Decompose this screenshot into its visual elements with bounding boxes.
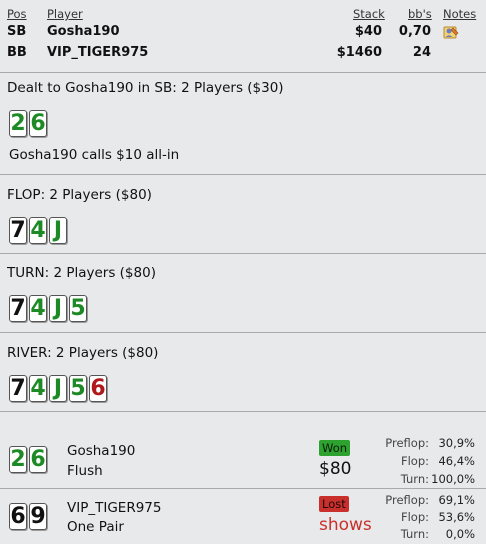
showdown-hand: One Pair bbox=[67, 519, 124, 535]
player-stack: $40 bbox=[354, 24, 382, 39]
flop-cards: 74J bbox=[9, 217, 67, 244]
playing-card: 6 bbox=[89, 375, 107, 402]
playing-card: 5 bbox=[69, 295, 87, 322]
showdown-hand: Flush bbox=[67, 463, 103, 479]
column-header-bbs[interactable]: bb's bbox=[408, 7, 432, 21]
divider bbox=[0, 411, 486, 412]
playing-card: 7 bbox=[9, 217, 27, 244]
notes-icon[interactable] bbox=[443, 25, 459, 39]
playing-card: 7 bbox=[9, 375, 27, 402]
column-header-stack[interactable]: Stack bbox=[353, 7, 385, 21]
stat-label: Turn: bbox=[400, 527, 429, 541]
turn-cards: 74J5 bbox=[9, 295, 87, 322]
flop-title: FLOP: 2 Players ($80) bbox=[7, 187, 152, 203]
playing-card: 4 bbox=[29, 295, 47, 322]
preflop-cards: 26 bbox=[9, 110, 47, 137]
playing-card: J bbox=[49, 295, 67, 322]
won-amount: $80 bbox=[319, 459, 352, 479]
stat-value: 69,1% bbox=[438, 493, 475, 507]
lost-result-text: shows bbox=[319, 515, 372, 535]
player-name: VIP_TIGER975 bbox=[47, 45, 149, 60]
divider bbox=[0, 72, 486, 73]
playing-card: 4 bbox=[29, 375, 47, 402]
stat-label: Turn: bbox=[400, 472, 429, 486]
column-header-pos[interactable]: Pos bbox=[7, 7, 27, 21]
playing-card: 6 bbox=[29, 110, 47, 137]
player-position: SB bbox=[7, 24, 27, 39]
stat-value: 0,0% bbox=[445, 527, 475, 541]
showdown-player-name: Gosha190 bbox=[67, 443, 136, 459]
stat-value: 46,4% bbox=[438, 454, 475, 468]
player-position: BB bbox=[7, 45, 27, 60]
showdown-player-name: VIP_TIGER975 bbox=[67, 500, 162, 516]
player-bbs: 0,70 bbox=[398, 24, 431, 39]
player-name: Gosha190 bbox=[47, 24, 120, 39]
river-title: RIVER: 2 Players ($80) bbox=[7, 345, 159, 361]
divider bbox=[0, 332, 486, 333]
stat-label: Flop: bbox=[400, 510, 429, 524]
showdown-cards: 69 bbox=[9, 503, 47, 530]
divider bbox=[0, 174, 486, 175]
playing-card: 2 bbox=[9, 446, 27, 473]
player-bbs: 24 bbox=[412, 45, 431, 60]
stat-label: Preflop: bbox=[385, 493, 429, 507]
playing-card: 7 bbox=[9, 295, 27, 322]
playing-card: 5 bbox=[69, 375, 87, 402]
preflop-title: Dealt to Gosha190 in SB: 2 Players ($30) bbox=[7, 80, 284, 96]
showdown-cards: 26 bbox=[9, 446, 47, 473]
playing-card: J bbox=[49, 217, 67, 244]
lost-badge: Lost bbox=[319, 496, 349, 512]
playing-card: J bbox=[49, 375, 67, 402]
player-stack: $1460 bbox=[336, 45, 382, 60]
stat-value: 100,0% bbox=[431, 472, 475, 486]
stat-label: Preflop: bbox=[385, 436, 429, 450]
river-cards: 74J56 bbox=[9, 375, 107, 402]
divider bbox=[0, 488, 486, 489]
playing-card: 2 bbox=[9, 110, 27, 137]
playing-card: 9 bbox=[29, 503, 47, 530]
playing-card: 6 bbox=[9, 503, 27, 530]
stat-label: Flop: bbox=[400, 454, 429, 468]
turn-title: TURN: 2 Players ($80) bbox=[7, 265, 156, 281]
stat-value: 30,9% bbox=[438, 436, 475, 450]
preflop-action: Gosha190 calls $10 all-in bbox=[9, 147, 180, 163]
stat-value: 53,6% bbox=[438, 510, 475, 524]
playing-card: 4 bbox=[29, 217, 47, 244]
column-header-notes[interactable]: Notes bbox=[443, 7, 476, 21]
won-badge: Won bbox=[319, 440, 351, 456]
playing-card: 6 bbox=[29, 446, 47, 473]
divider bbox=[0, 253, 486, 254]
column-header-player[interactable]: Player bbox=[47, 7, 83, 21]
